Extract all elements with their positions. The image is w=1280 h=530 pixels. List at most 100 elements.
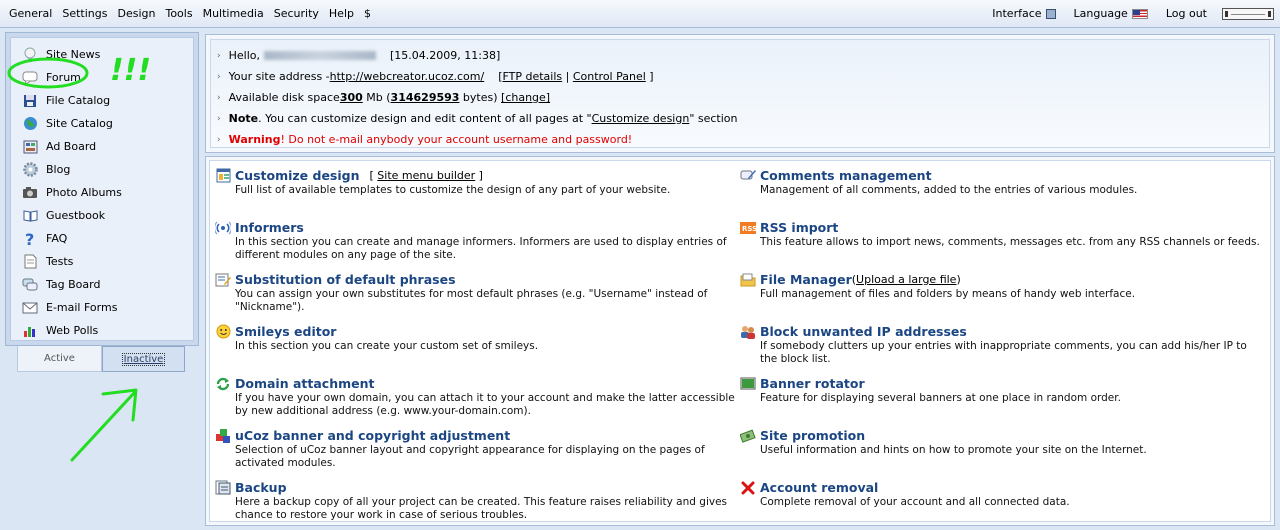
money-icon [740,428,756,444]
tab-inactive[interactable]: Inactive [102,346,185,372]
sidebar-item-label: Tag Board [46,278,101,291]
site-address-label: Your site address - [228,70,330,83]
menu-design[interactable]: Design [112,7,160,20]
globe-icon [22,116,38,132]
feature-backup: Backup Here a backup copy of all your pro… [215,479,735,530]
tab-inactive-label: Inactive [121,352,166,366]
sidebar-module-list: Site News Forum File Catalog Site Catalog Ad… [10,37,194,341]
sidebar-item-forum[interactable]: Forum [11,66,193,89]
menu-tools[interactable]: Tools [160,7,197,20]
feature-header: Customize design [ Site menu builder ] [215,167,735,184]
feature-title-link[interactable]: Comments management [760,168,932,183]
feature-title-link[interactable]: File Manager [760,272,852,287]
feature-description: Full management of files and folders by … [760,288,1136,300]
feature-header: Block unwanted IP addresses [740,323,1260,340]
width-slider[interactable] [1222,7,1274,20]
notice-board-icon [22,139,38,155]
feature-extra-link-text[interactable]: Site menu builder [377,169,475,182]
feature-extra-link-text[interactable]: Upload a large file [856,273,956,286]
site-address-link[interactable]: http://webcreator.ucoz.com/ [330,70,485,83]
feature-description: Useful information and hints on how to p… [760,444,1147,456]
feature-description: Feature for displaying several banners a… [760,392,1121,404]
bar-chart-icon [22,323,38,339]
disk-mid: Mb ( [362,91,391,104]
disk-space-row: › Available disk space 300 Mb ( 31462959… [217,87,1269,108]
menu-security[interactable]: Security [269,7,324,20]
note-customize-link[interactable]: Customize design [592,112,690,125]
sidebar-item-tag-board[interactable]: Tag Board [11,273,193,296]
sidebar-item-label: FAQ [46,232,68,245]
feature-description: In this section you can create your cust… [235,340,539,352]
ftp-details-link[interactable]: FTP details [503,70,563,83]
cubes-icon [215,428,231,444]
control-panel-link[interactable]: Control Panel [573,70,646,83]
feature-title-link[interactable]: Site promotion [760,428,865,443]
sidebar-item-ad-board[interactable]: Ad Board [11,135,193,158]
menu-settings[interactable]: Settings [57,7,112,20]
speech-bubble-icon [22,70,38,86]
account-info-panel: › Hello, [15.04.2009, 11:38] › Your site… [205,34,1275,153]
sidebar-item-label: File Catalog [46,94,111,107]
feature-header: uCoz banner and copyright adjustment [215,427,735,444]
feature-header: Banner rotator [740,375,1260,392]
sidebar-item-file-catalog[interactable]: File Catalog [11,89,193,112]
green-arrow-shaft [70,391,136,462]
sidebar-item-site-news[interactable]: Site News [11,43,193,66]
menu-multimedia[interactable]: Multimedia [198,7,269,20]
features-left-column: Customize design [ Site menu builder ] Ful… [215,167,735,530]
feature-description: If somebody clutters up your entries wit… [760,340,1247,365]
feature-title-link[interactable]: Customize design [235,168,360,183]
feature-header: RSS RSS import [740,219,1260,236]
feature-title-link[interactable]: Smileys editor [235,324,336,339]
feature-description: Management of all comments, added to the… [760,184,1138,196]
menu-dollar[interactable]: $ [359,7,376,20]
menu-general[interactable]: General [4,7,57,20]
feature-description: Selection of uCoz banner layout and copy… [235,444,705,469]
feature-header: Domain attachment [215,375,735,392]
main-features-panel: Customize design [ Site menu builder ] Ful… [205,156,1275,526]
sidebar-item-faq[interactable]: ? FAQ [11,227,193,250]
sidebar-item-tests[interactable]: Tests [11,250,193,273]
sidebar-item-blog[interactable]: Blog [11,158,193,181]
users-block-icon [740,324,756,340]
interface-checkbox-icon[interactable] [1045,8,1056,19]
sidebar-item-e-mail-forms[interactable]: E-mail Forms [11,296,193,319]
sidebar-item-web-polls[interactable]: Web Polls [11,319,193,342]
feature-domain-attachment: Domain attachment If you have your own do… [215,375,735,427]
sidebar-item-photo-albums[interactable]: Photo Albums [11,181,193,204]
feature-title-link[interactable]: RSS import [760,220,838,235]
feature-extra-link[interactable]: [ Site menu builder ] [370,169,483,182]
logout-link[interactable]: Log out [1161,7,1212,20]
tab-active[interactable]: Active [17,346,102,372]
green-arrow-head [101,388,138,422]
sidebar-item-guestbook[interactable]: Guestbook [11,204,193,227]
red-x-icon [740,480,756,496]
feature-title-link[interactable]: Backup [235,480,287,495]
feature-banner-rotator: Banner rotator Feature for displaying sev… [740,375,1260,427]
menu-help[interactable]: Help [324,7,359,20]
main-features-inner: Customize design [ Site menu builder ] Ful… [209,160,1271,522]
feature-title-link[interactable]: Account removal [760,480,878,495]
feature-extra-link[interactable]: (Upload a large file) [852,273,961,286]
feature-description: Full list of available templates to cust… [235,184,671,196]
gear-icon [22,162,38,178]
feature-title-link[interactable]: Banner rotator [760,376,865,391]
account-info-inner: › Hello, [15.04.2009, 11:38] › Your site… [210,39,1270,148]
camera-icon [22,185,38,201]
disk-label: Available disk space [228,91,340,104]
feature-title-link[interactable]: Domain attachment [235,376,374,391]
text-edit-icon [215,272,231,288]
feature-title-link[interactable]: Informers [235,220,304,235]
feature-title-link[interactable]: Substitution of default phrases [235,272,456,287]
feature-title-link[interactable]: uCoz banner and copyright adjustment [235,428,510,443]
login-datetime: [15.04.2009, 11:38] [390,49,501,62]
interface-toggle[interactable]: Interface [987,7,1060,20]
sidebar-item-label: Photo Albums [46,186,122,199]
feature-rss-import: RSS RSS import This feature allows to impo… [740,219,1260,271]
feature-title-link[interactable]: Block unwanted IP addresses [760,324,967,339]
sidebar-item-site-catalog[interactable]: Site Catalog [11,112,193,135]
language-selector[interactable]: Language [1069,7,1153,20]
change-disk-link[interactable]: [change] [501,91,550,104]
feature-block-unwanted-ip-addresses: Block unwanted IP addresses If somebody c… [740,323,1260,375]
feature-file-manager: File Manager (Upload a large file) Full ma… [740,271,1260,323]
